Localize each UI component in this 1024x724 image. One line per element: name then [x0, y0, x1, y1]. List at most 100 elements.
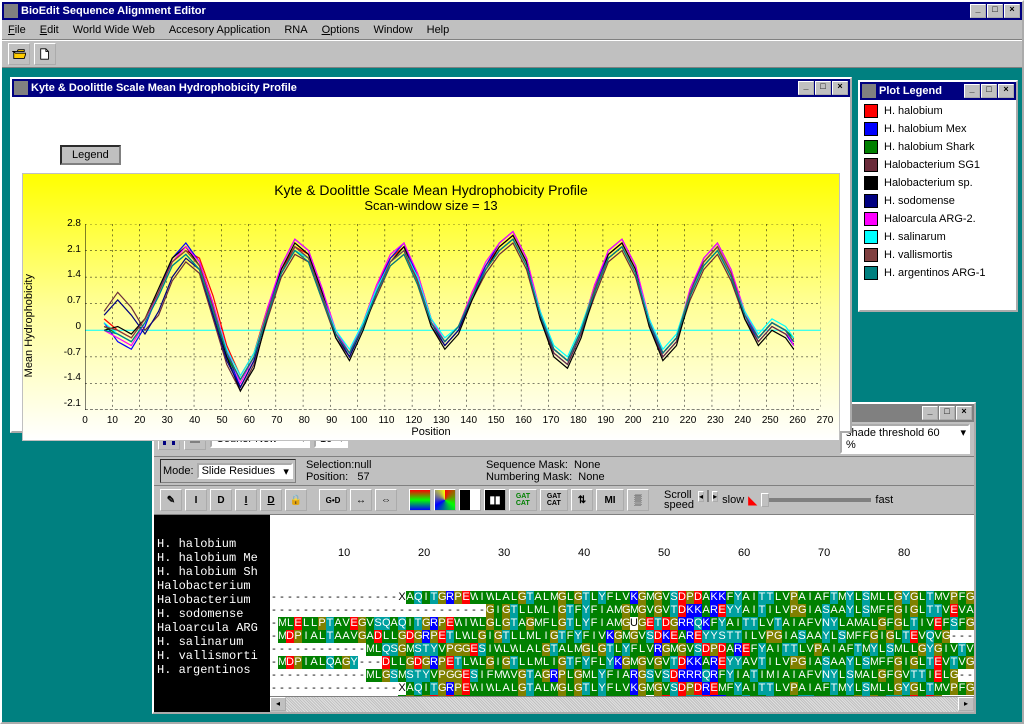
sequence-row[interactable]: ----------------XAQITGRPEWIWLALGTALMGLGT…: [270, 591, 974, 604]
tool-flip-button[interactable]: ⇅: [571, 489, 593, 511]
menu-edit[interactable]: Edit: [40, 24, 59, 36]
tool-shade2-button[interactable]: ▮▮: [484, 489, 506, 511]
y-tick: 0.7: [61, 295, 81, 306]
legend-swatch: [864, 266, 878, 280]
align-min-button[interactable]: _: [922, 406, 938, 420]
x-tick: 50: [212, 415, 232, 426]
x-tick: 0: [75, 415, 95, 426]
legend-swatch: [864, 140, 878, 154]
scroll-right-arrow[interactable]: ▸: [958, 697, 974, 711]
tool-align-button[interactable]: ▒: [627, 489, 649, 511]
sequence-row[interactable]: ---------------------------GIGTLLMLIGTFY…: [270, 604, 974, 617]
open-button[interactable]: [8, 43, 30, 65]
legend-row[interactable]: H. halobium: [864, 104, 1012, 118]
legend-label: H. halobium Mex: [884, 123, 967, 135]
legend-row[interactable]: Halobacterium SG1: [864, 158, 1012, 172]
menu-help[interactable]: Help: [427, 24, 450, 36]
sequence-row[interactable]: -MLELLPTAVEGVSQAQITGRPEWIWLGLGTAGMFLGTLY…: [270, 617, 974, 630]
profile-titlebar[interactable]: Kyte & Doolittle Scale Mean Hydrophobici…: [12, 79, 850, 97]
legend-swatch: [864, 104, 878, 118]
tool-cat1-button[interactable]: GATCAT: [509, 489, 537, 511]
sequence-names-column[interactable]: H. halobium H. halobium Me H. halobium S…: [154, 515, 270, 712]
plot-canvas: [85, 224, 821, 410]
sequence-area: H. halobium H. halobium Me H. halobium S…: [154, 515, 974, 712]
menu-www[interactable]: World Wide Web: [73, 24, 155, 36]
new-file-button[interactable]: [34, 43, 56, 65]
scroll-left-arrow[interactable]: ◂: [270, 697, 286, 711]
main-toolbar: [2, 40, 1022, 68]
tool-Du-button[interactable]: D: [260, 489, 282, 511]
tool-color1-button[interactable]: [409, 489, 431, 511]
mode-combo[interactable]: Slide Residues: [197, 463, 293, 479]
tool-D-button[interactable]: D: [210, 489, 232, 511]
minimize-button[interactable]: _: [970, 4, 986, 18]
legend-row[interactable]: H. halobium Mex: [864, 122, 1012, 136]
menu-window[interactable]: Window: [374, 24, 413, 36]
legend-row[interactable]: H. salinarum: [864, 230, 1012, 244]
legend-row[interactable]: H. argentinos ARG-1: [864, 266, 1012, 280]
shade-threshold-combo[interactable]: shade threshold 60 %: [840, 424, 970, 454]
legend-row[interactable]: H. vallismortis: [864, 248, 1012, 262]
tool-cat2-button[interactable]: GATCAT: [540, 489, 568, 511]
tool-color2-button[interactable]: [434, 489, 456, 511]
sequence-row[interactable]: -MDPIALTAAVGADLLGDGRPETLWLGIGTLLMLIGTFYF…: [270, 630, 974, 643]
sequence-row[interactable]: ----------------XAQITGRPEWIWLALGTALMGLGT…: [270, 682, 974, 695]
close-button[interactable]: ×: [1004, 4, 1020, 18]
align-max-button[interactable]: □: [939, 406, 955, 420]
speed-slider[interactable]: [761, 498, 871, 502]
main-window: BioEdit Sequence Alignment Editor _ □ × …: [0, 0, 1024, 724]
legend-row[interactable]: H. sodomense: [864, 194, 1012, 208]
x-tick: 180: [568, 415, 588, 426]
tool-gap-button[interactable]: G•D: [319, 489, 347, 511]
legend-row[interactable]: Haloarcula ARG-2.: [864, 212, 1012, 226]
x-tick: 10: [102, 415, 122, 426]
ruler-tick: 40: [578, 547, 590, 559]
sequence-grid[interactable]: 1020304050607080 ----------------XAQITGR…: [270, 515, 974, 712]
sequence-row[interactable]: ------------MLGSMSTYVPGGESIFMWVGTAGRPLGM…: [270, 669, 974, 682]
app-title: BioEdit Sequence Alignment Editor: [21, 5, 969, 17]
tool-cursor-button[interactable]: ✎: [160, 489, 182, 511]
legend-button[interactable]: Legend: [60, 145, 121, 165]
menu-file[interactable]: File: [8, 24, 26, 36]
x-tick: 80: [294, 415, 314, 426]
legend-row[interactable]: H. halobium Shark: [864, 140, 1012, 154]
tool-shade1-button[interactable]: [459, 489, 481, 511]
selection-status: Selection:null Position: 57: [306, 459, 486, 483]
legend-label: H. halobium Shark: [884, 141, 975, 153]
tool-I-button[interactable]: I: [185, 489, 207, 511]
legend-close-button[interactable]: ×: [998, 84, 1014, 98]
legend-min-button[interactable]: _: [964, 84, 980, 98]
x-axis-label: Position: [23, 426, 839, 438]
scroll-left-button[interactable]: ◂: [698, 491, 704, 502]
tool-Iu-button[interactable]: I: [235, 489, 257, 511]
align-close-button[interactable]: ×: [956, 406, 972, 420]
slow-marker-icon: ◣: [748, 493, 757, 507]
sequence-row[interactable]: -MDPIALQAGY---DLLGDGRPETLWLGIGTLLMLIGTFY…: [270, 656, 974, 669]
profile-max-button[interactable]: □: [815, 81, 831, 95]
legend-swatch: [864, 176, 878, 190]
profile-min-button[interactable]: _: [798, 81, 814, 95]
legend-label: H. salinarum: [884, 231, 946, 243]
scroll-right-button[interactable]: ▸: [712, 491, 718, 502]
main-titlebar[interactable]: BioEdit Sequence Alignment Editor _ □ ×: [2, 2, 1022, 20]
legend-row[interactable]: Halobacterium sp.: [864, 176, 1012, 190]
legend-max-button[interactable]: □: [981, 84, 997, 98]
legend-titlebar[interactable]: Plot Legend _ □ ×: [860, 82, 1016, 100]
menu-rna[interactable]: RNA: [284, 24, 307, 36]
x-tick: 140: [459, 415, 479, 426]
tool-shift-button[interactable]: ↔: [350, 489, 372, 511]
tool-MI-button[interactable]: MI: [596, 489, 624, 511]
sequence-row[interactable]: ------------MLQSGMSTYVPGGESIWLWLALGTALMG…: [270, 643, 974, 656]
profile-close-button[interactable]: ×: [832, 81, 848, 95]
scroll-speed-group: Scroll speed ◂ ▸ slow ◣ fast: [664, 490, 893, 510]
maximize-button[interactable]: □: [987, 4, 1003, 18]
tool-fitwidth-button[interactable]: ⇔: [375, 489, 397, 511]
horizontal-scrollbar[interactable]: ◂ ▸: [270, 696, 974, 712]
y-tick: -1.4: [61, 372, 81, 383]
menu-acc[interactable]: Accesory Application: [169, 24, 271, 36]
x-tick: 110: [376, 415, 396, 426]
menu-options[interactable]: Options: [322, 24, 360, 36]
scroll-track[interactable]: [286, 697, 958, 712]
tool-lock-button[interactable]: 🔒: [285, 489, 307, 511]
ruler-tick: 50: [658, 547, 670, 559]
